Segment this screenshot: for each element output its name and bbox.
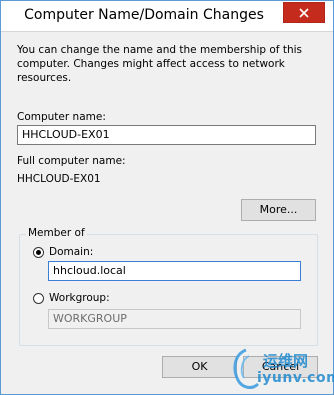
watermark: 运维网 iyunv.com [229, 346, 334, 394]
full-computer-name-value: HHCLOUD-EX01 [17, 173, 101, 185]
ok-button[interactable]: OK [162, 356, 237, 378]
full-computer-name-label: Full computer name: [17, 155, 126, 167]
workgroup-label[interactable]: Workgroup: [49, 292, 110, 304]
workgroup-input: WORKGROUP [48, 309, 301, 329]
domain-label[interactable]: Domain: [49, 246, 93, 258]
workgroup-radio[interactable] [33, 293, 44, 304]
computer-name-input[interactable]: HHCLOUD-EX01 [17, 125, 316, 145]
window-title: Computer Name/Domain Changes [24, 7, 264, 23]
title-bar[interactable]: Computer Name/Domain Changes [1, 1, 333, 32]
description-text: You can change the name and the membersh… [17, 44, 302, 84]
close-button[interactable] [283, 2, 325, 23]
watermark-cn-text: 运维网 [263, 352, 309, 370]
domain-input[interactable]: hhcloud.local [48, 261, 301, 281]
close-icon [299, 7, 309, 18]
watermark-en-text: iyunv.com [257, 370, 334, 386]
dialog-window: Computer Name/Domain Changes You can cha… [0, 0, 334, 395]
radio-selected-dot [36, 250, 41, 255]
more-button[interactable]: More... [241, 199, 316, 221]
domain-radio[interactable] [33, 247, 44, 258]
member-of-title: Member of [26, 227, 87, 239]
computer-name-label: Computer name: [17, 111, 106, 123]
